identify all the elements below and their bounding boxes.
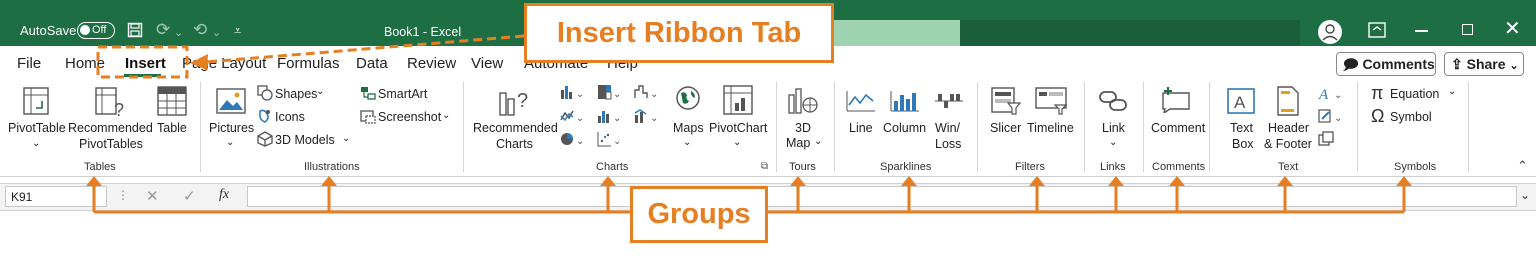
groups-arrowheads: [86, 176, 1412, 186]
groups-callout: Groups: [630, 186, 768, 243]
insert-ribbon-tab-callout: Insert Ribbon Tab: [524, 3, 834, 63]
insert-tab-highlight: [96, 45, 189, 79]
insert-tab-arrowhead: [190, 54, 208, 70]
insert-tab-arrow: [205, 34, 525, 64]
